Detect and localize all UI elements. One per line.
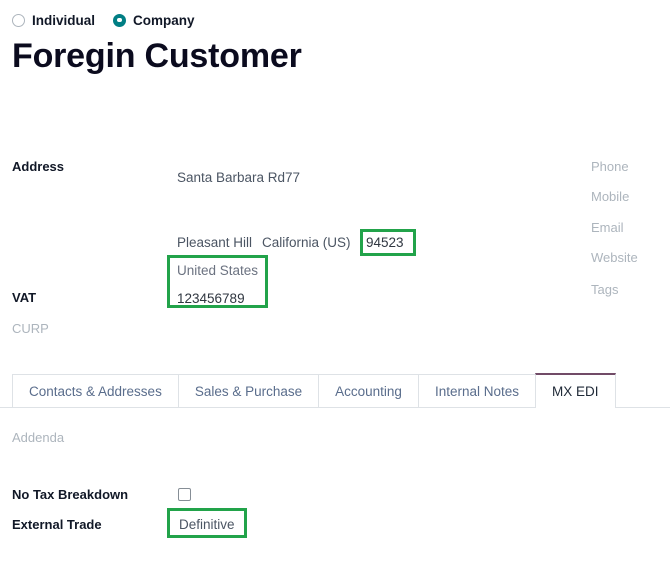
no-tax-breakdown-label: No Tax Breakdown bbox=[12, 486, 128, 504]
external-trade-label: External Trade bbox=[12, 516, 102, 534]
tab-contacts-addresses[interactable]: Contacts & Addresses bbox=[12, 374, 179, 407]
tab-label: Sales & Purchase bbox=[195, 384, 302, 399]
no-tax-breakdown-checkbox[interactable] bbox=[178, 488, 191, 501]
record-type-radio-group[interactable]: Individual Company bbox=[12, 10, 195, 30]
tab-internal-notes[interactable]: Internal Notes bbox=[418, 374, 536, 407]
tab-label: MX EDI bbox=[552, 384, 599, 399]
radio-unchecked-icon[interactable] bbox=[12, 14, 25, 27]
radio-checked-icon[interactable] bbox=[113, 14, 126, 27]
page-title[interactable]: Foregin Customer bbox=[12, 34, 302, 78]
tags-label: Tags bbox=[591, 281, 618, 299]
mx-edi-panel: Addenda No Tax Breakdown External Trade … bbox=[0, 412, 670, 578]
tab-label: Accounting bbox=[335, 384, 402, 399]
address-city-input[interactable]: Pleasant Hill bbox=[177, 233, 252, 253]
tab-sales-purchase[interactable]: Sales & Purchase bbox=[178, 374, 319, 407]
tab-mx-edi[interactable]: MX EDI bbox=[535, 373, 616, 407]
contact-form-view: Individual Company Foregin Customer Addr… bbox=[0, 0, 670, 578]
address-zip-input[interactable]: 94523 bbox=[366, 233, 404, 253]
email-label: Email bbox=[591, 219, 624, 237]
vat-label: VAT bbox=[12, 289, 36, 307]
radio-option-individual[interactable]: Individual bbox=[12, 13, 95, 28]
tab-label: Internal Notes bbox=[435, 384, 519, 399]
vat-input[interactable]: 123456789 bbox=[177, 289, 245, 309]
phone-label: Phone bbox=[591, 158, 629, 176]
address-label: Address bbox=[12, 158, 64, 176]
tab-accounting[interactable]: Accounting bbox=[318, 374, 419, 407]
address-street-input[interactable]: Santa Barbara Rd bbox=[177, 168, 285, 188]
address-street2-input[interactable]: 77 bbox=[285, 168, 300, 188]
radio-label-individual: Individual bbox=[32, 13, 95, 28]
website-label: Website bbox=[591, 249, 638, 267]
curp-label: CURP bbox=[12, 320, 49, 338]
radio-option-company[interactable]: Company bbox=[113, 13, 195, 28]
external-trade-select[interactable]: Definitive bbox=[179, 515, 235, 535]
tab-bar: Contacts & Addresses Sales & Purchase Ac… bbox=[0, 374, 670, 408]
address-country-select[interactable]: United States bbox=[177, 261, 258, 281]
address-state-select[interactable]: California (US) bbox=[262, 233, 351, 253]
tab-label: Contacts & Addresses bbox=[29, 384, 162, 399]
fields-region: Address VAT CURP Santa Barbara Rd 77 Ple… bbox=[0, 150, 670, 355]
radio-label-company: Company bbox=[133, 13, 195, 28]
mobile-label: Mobile bbox=[591, 188, 629, 206]
addenda-label: Addenda bbox=[12, 429, 64, 447]
